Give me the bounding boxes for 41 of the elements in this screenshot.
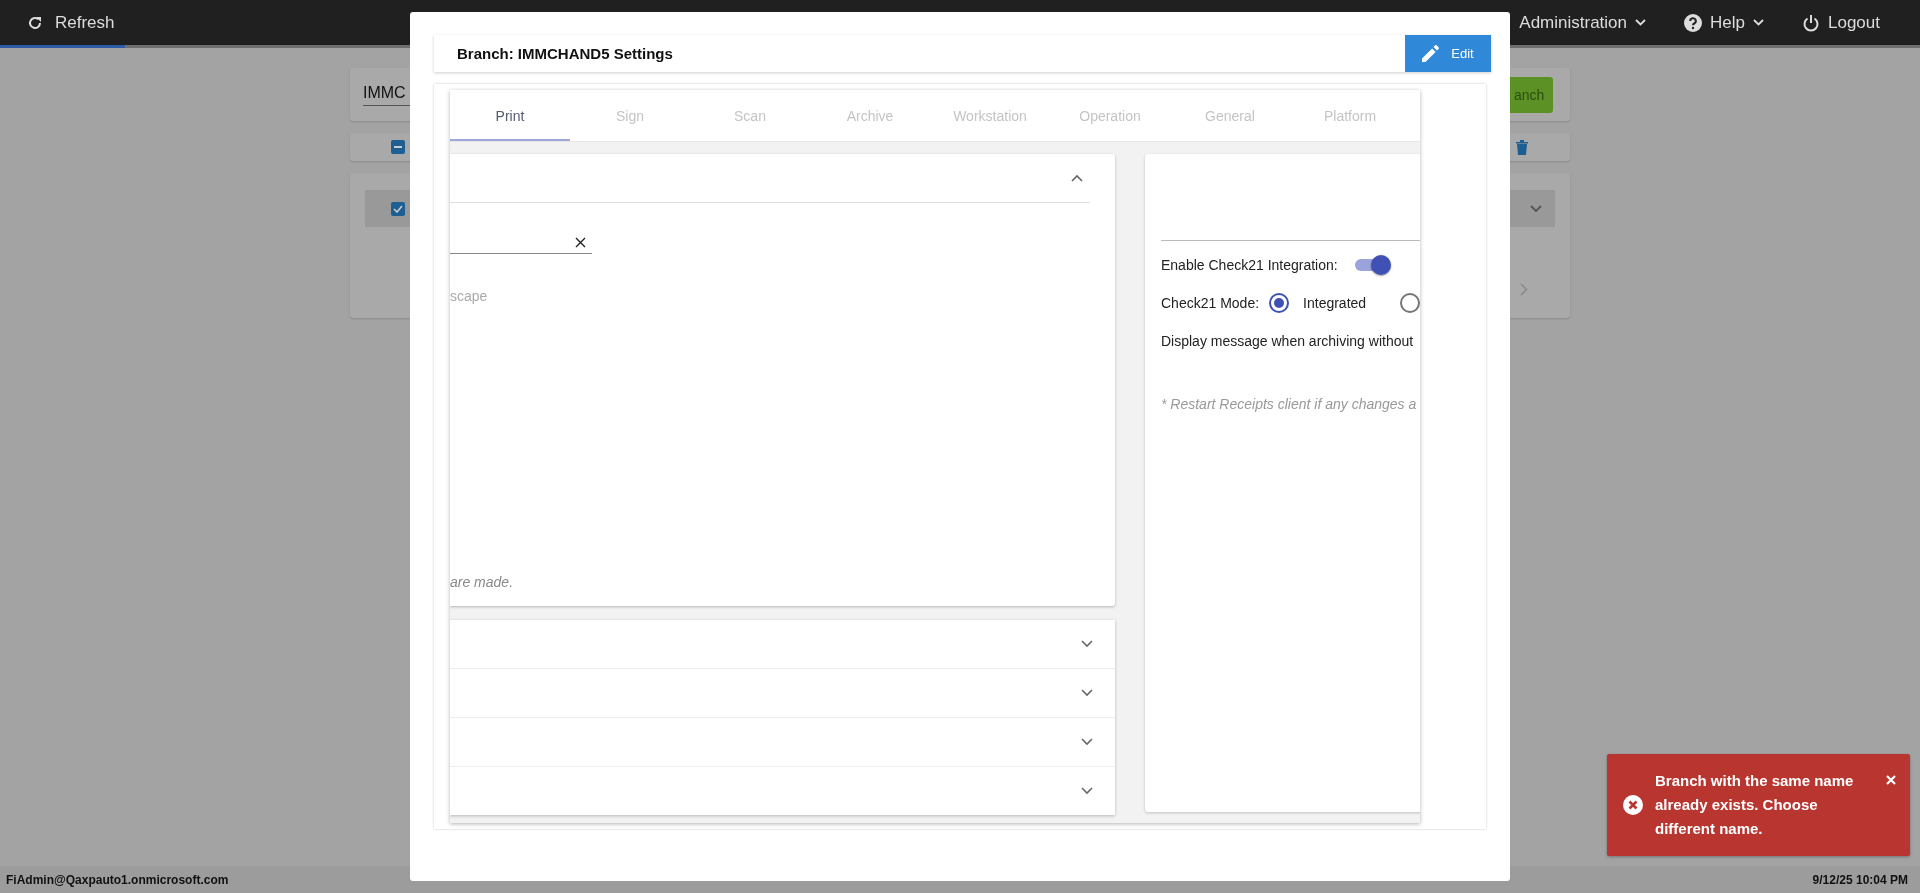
menu-button[interactable]: Administration xyxy=(1519,12,1647,33)
date-time: 9/12/25 10:04 PM xyxy=(1812,872,1908,887)
tab[interactable]: Archive xyxy=(810,93,930,141)
option-label: scape xyxy=(450,288,489,304)
error-icon xyxy=(1623,795,1643,815)
select-all-checkbox[interactable] xyxy=(391,140,405,154)
tab[interactable]: Operation xyxy=(1050,93,1170,141)
chevron-down-icon xyxy=(1635,19,1647,26)
refresh-button[interactable]: Refresh xyxy=(27,12,115,33)
power-icon xyxy=(1802,13,1820,32)
toast-message: Branch with the same name already exists. Choose different name. xyxy=(1655,771,1855,839)
user-email: FiAdmin@Qaxpauto1.onmicrosoft.com xyxy=(6,872,229,887)
chevron-down-icon xyxy=(1530,204,1542,213)
radio-label: Integrated xyxy=(1303,294,1367,311)
archive-message-label: Display message when archiving without xyxy=(1161,332,1414,349)
tab[interactable]: Scan xyxy=(690,93,810,141)
tab[interactable]: Sign xyxy=(570,93,690,141)
row-checkbox[interactable] xyxy=(391,201,405,216)
chevron-up-icon[interactable] xyxy=(1071,174,1083,182)
radio-button[interactable] xyxy=(1269,292,1290,313)
add-branch-button[interactable]: anch xyxy=(1510,76,1553,113)
trash-icon[interactable] xyxy=(1516,139,1528,155)
tab[interactable]: Print xyxy=(450,93,570,141)
radio-button[interactable] xyxy=(1400,292,1420,313)
dialog-title: Branch: IMMCHAND5 Settings xyxy=(457,45,673,62)
restart-note: are made. xyxy=(450,574,514,590)
restart-note: * Restart Receipts client if any changes a xyxy=(1161,396,1418,412)
tab[interactable]: Platform xyxy=(1290,93,1410,141)
check21-mode-label: Check21 Mode: xyxy=(1161,294,1260,311)
tab[interactable]: Workstation xyxy=(930,93,1050,141)
refresh-icon xyxy=(27,14,43,31)
menu-button[interactable]: Help xyxy=(1684,12,1764,33)
chevron-down-icon xyxy=(1753,19,1764,26)
help-icon xyxy=(1684,13,1703,32)
pencil-icon xyxy=(1422,45,1440,62)
edit-button[interactable]: Edit xyxy=(1405,35,1491,72)
menu-button[interactable]: Logout xyxy=(1802,12,1880,33)
close-button[interactable] xyxy=(1886,775,1896,785)
clear-icon xyxy=(575,236,586,248)
tab[interactable]: General xyxy=(1170,93,1290,141)
enable-check21-label: Enable Check21 Integration: xyxy=(1161,256,1338,273)
